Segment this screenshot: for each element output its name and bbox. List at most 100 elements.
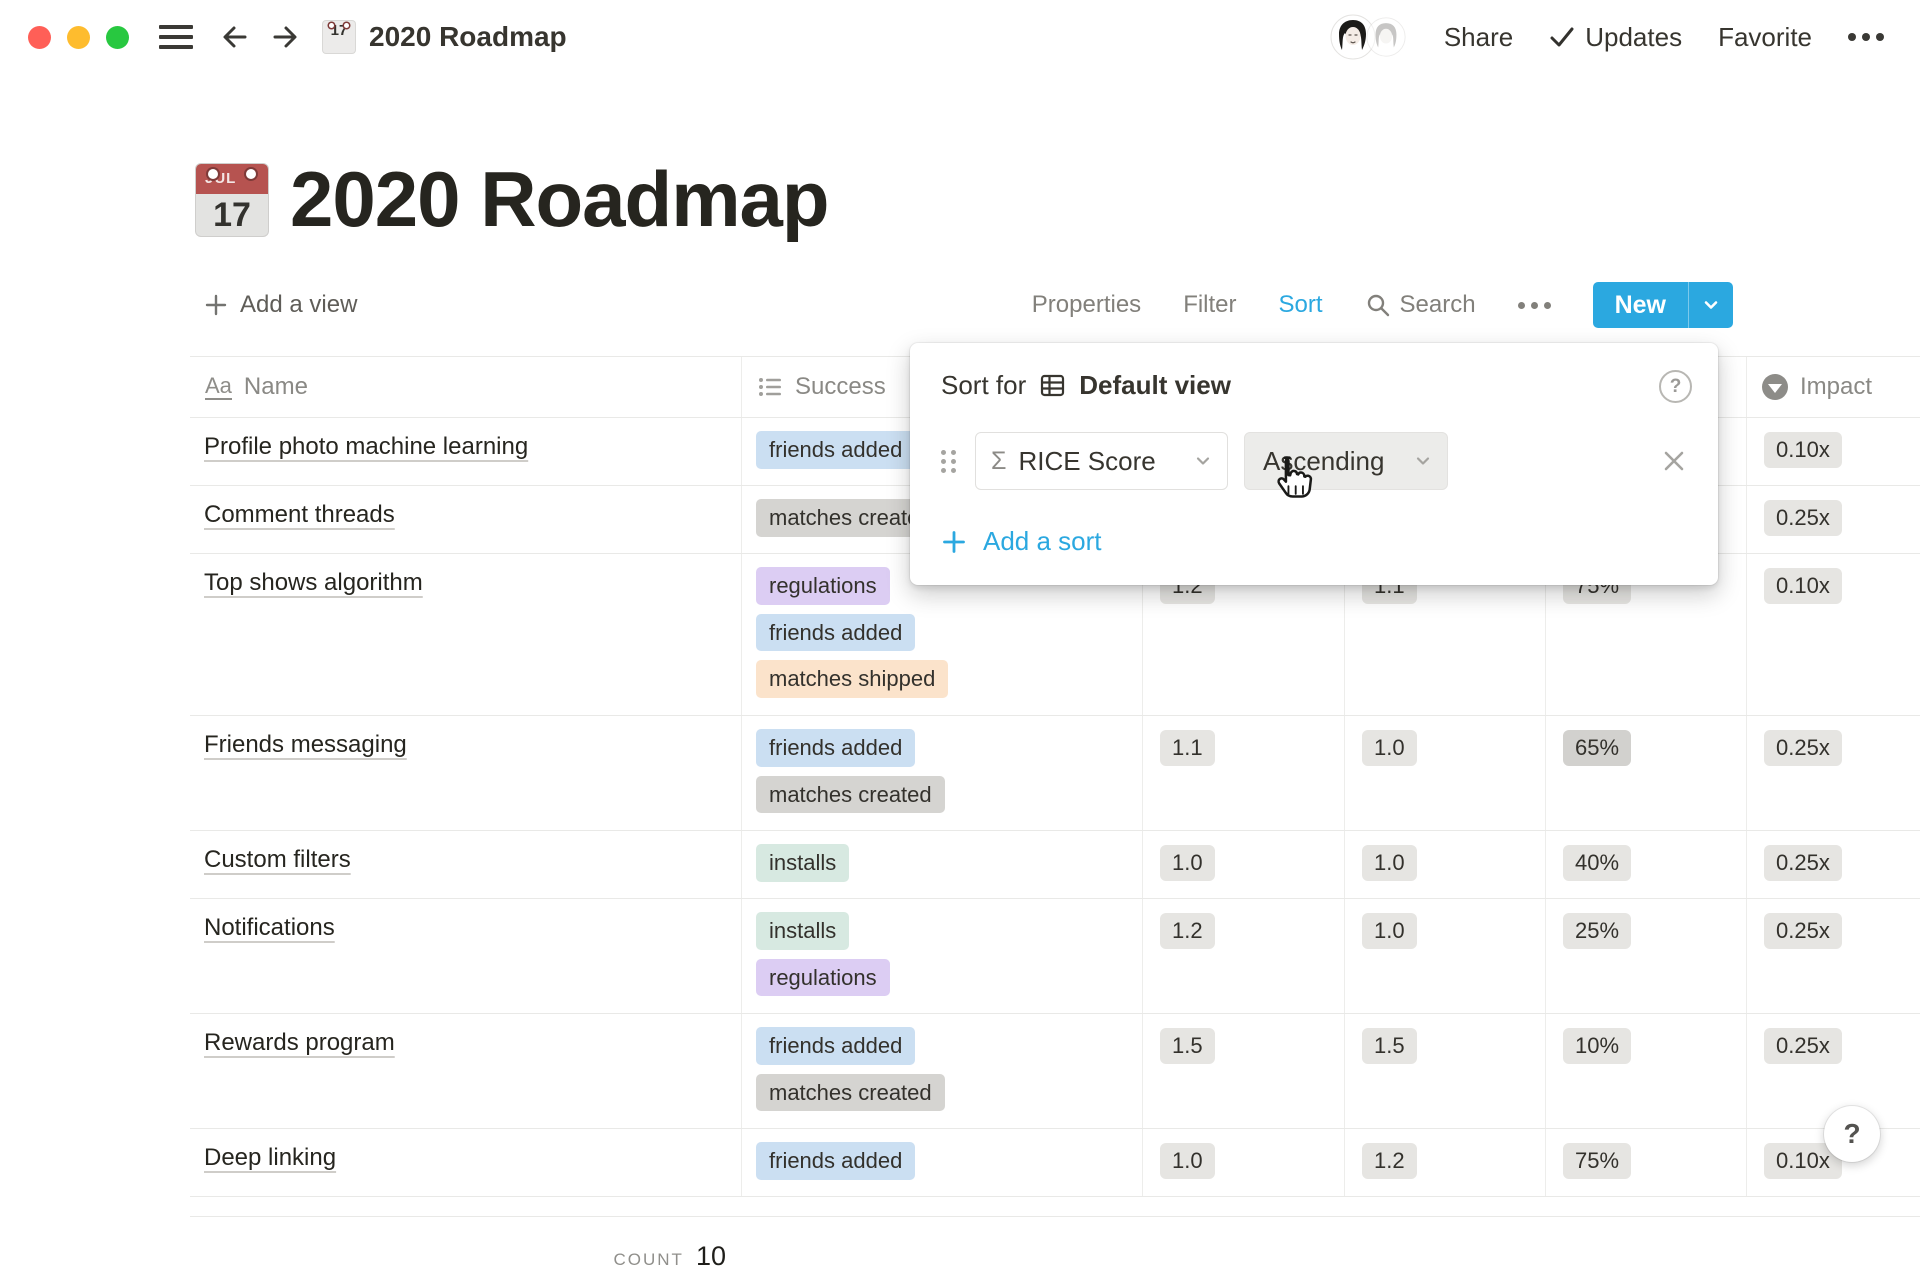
tag-installs[interactable]: installs xyxy=(756,912,849,950)
add-sort-button[interactable]: Add a sort xyxy=(910,526,1718,557)
row-name-cell[interactable]: Deep linking xyxy=(190,1129,742,1196)
number-cell[interactable]: 1.0 xyxy=(1143,1129,1345,1196)
number-cell[interactable]: 1.0 xyxy=(1345,899,1546,1013)
sort-button[interactable]: Sort xyxy=(1279,291,1323,319)
new-button-label: New xyxy=(1593,291,1688,320)
page-calendar-icon: 17 xyxy=(323,21,355,53)
number-cell[interactable]: 1.1 xyxy=(1143,716,1345,830)
impact-cell[interactable]: 0.10x xyxy=(1747,418,1920,485)
tag-friends-added[interactable]: friends added xyxy=(756,1142,915,1180)
add-view-button[interactable]: Add a view xyxy=(204,291,357,319)
updates-button[interactable]: Updates xyxy=(1549,22,1682,53)
page-icon-calendar[interactable]: JUL 17 xyxy=(196,164,268,236)
help-button[interactable]: ? xyxy=(1824,1106,1880,1162)
percent-cell[interactable]: 75% xyxy=(1546,1129,1747,1196)
row-name[interactable]: Rewards program xyxy=(204,1029,395,1056)
chevron-down-icon xyxy=(1413,451,1433,471)
tag-installs[interactable]: installs xyxy=(756,844,849,882)
row-name-cell[interactable]: Rewards program xyxy=(190,1014,742,1128)
impact-cell[interactable]: 0.10x xyxy=(1747,554,1920,715)
favorite-button[interactable]: Favorite xyxy=(1718,22,1812,53)
clipped-table-row xyxy=(190,1197,1920,1217)
row-name[interactable]: Deep linking xyxy=(204,1144,336,1171)
tag-matches-created[interactable]: matches created xyxy=(756,776,945,814)
drag-handle-icon[interactable] xyxy=(941,450,956,473)
search-button[interactable]: Search xyxy=(1365,291,1476,319)
row-name-cell[interactable]: Comment threads xyxy=(190,486,742,553)
row-name[interactable]: Profile photo machine learning xyxy=(204,433,528,460)
number-cell[interactable]: 1.5 xyxy=(1345,1014,1546,1128)
chevron-down-icon xyxy=(1193,451,1213,471)
zoom-window-button[interactable] xyxy=(106,26,129,49)
row-name[interactable]: Comment threads xyxy=(204,501,395,528)
window-titlebar: 17 2020 Roadmap Share Updates Favorite xyxy=(0,0,1920,74)
impact-cell[interactable]: 0.25x xyxy=(1747,831,1920,898)
page-title: 2020 Roadmap xyxy=(290,154,829,245)
percent-cell[interactable]: 65% xyxy=(1546,716,1747,830)
row-name[interactable]: Notifications xyxy=(204,914,335,941)
sort-field-select[interactable]: Σ RICE Score xyxy=(975,432,1228,490)
number-cell[interactable]: 1.2 xyxy=(1143,899,1345,1013)
properties-button[interactable]: Properties xyxy=(1032,291,1141,319)
tag-friends-added[interactable]: friends added xyxy=(756,614,915,652)
plus-icon xyxy=(204,293,228,317)
breadcrumb[interactable]: 17 2020 Roadmap xyxy=(323,21,567,53)
tag-regulations[interactable]: regulations xyxy=(756,567,890,605)
column-header-impact[interactable]: Impact xyxy=(1747,357,1920,417)
impact-cell[interactable]: 0.25x xyxy=(1747,716,1920,830)
row-name[interactable]: Custom filters xyxy=(204,846,351,873)
row-name-cell[interactable]: Profile photo machine learning xyxy=(190,418,742,485)
success-metrics-cell[interactable]: installs regulations xyxy=(742,899,1143,1013)
popover-help-icon[interactable]: ? xyxy=(1659,370,1692,403)
add-view-label: Add a view xyxy=(240,291,357,319)
row-name-cell[interactable]: Friends messaging xyxy=(190,716,742,830)
forward-button[interactable] xyxy=(269,21,301,53)
value-pill: 0.10x xyxy=(1764,568,1842,604)
number-cell[interactable]: 1.2 xyxy=(1345,1129,1546,1196)
percent-cell[interactable]: 10% xyxy=(1546,1014,1747,1128)
new-button-dropdown[interactable] xyxy=(1689,295,1733,315)
row-name-cell[interactable]: Notifications xyxy=(190,899,742,1013)
impact-cell[interactable]: 0.25x xyxy=(1747,1014,1920,1128)
row-name-cell[interactable]: Custom filters xyxy=(190,831,742,898)
view-options-button[interactable] xyxy=(1518,302,1551,309)
sort-direction-select[interactable]: Ascending xyxy=(1244,432,1448,490)
success-metrics-cell[interactable]: friends added matches created xyxy=(742,716,1143,830)
close-window-button[interactable] xyxy=(28,26,51,49)
list-property-icon xyxy=(757,374,783,400)
count-cell[interactable]: COUNT 10 xyxy=(190,1217,742,1272)
tag-friends-added[interactable]: friends added xyxy=(756,431,915,469)
sidebar-menu-icon[interactable] xyxy=(159,25,193,49)
success-metrics-cell[interactable]: friends added matches created xyxy=(742,1014,1143,1128)
tag-friends-added[interactable]: friends added xyxy=(756,1027,915,1065)
share-button[interactable]: Share xyxy=(1444,22,1513,53)
impact-cell[interactable]: 0.25x xyxy=(1747,899,1920,1013)
tag-regulations[interactable]: regulations xyxy=(756,959,890,997)
more-menu-button[interactable] xyxy=(1848,33,1884,41)
row-name[interactable]: Top shows algorithm xyxy=(204,569,423,596)
success-metrics-cell[interactable]: friends added xyxy=(742,1129,1143,1196)
new-button[interactable]: New xyxy=(1593,282,1733,328)
percent-cell[interactable]: 25% xyxy=(1546,899,1747,1013)
row-name-cell[interactable]: Top shows algorithm xyxy=(190,554,742,715)
number-cell[interactable]: 1.0 xyxy=(1345,831,1546,898)
avatar[interactable] xyxy=(1366,17,1406,57)
search-icon xyxy=(1365,292,1391,318)
tag-friends-added[interactable]: friends added xyxy=(756,729,915,767)
tag-matches-created[interactable]: matches created xyxy=(756,1074,945,1112)
value-pill: 1.5 xyxy=(1362,1028,1417,1064)
percent-cell[interactable]: 40% xyxy=(1546,831,1747,898)
success-metrics-cell[interactable]: installs xyxy=(742,831,1143,898)
remove-sort-button[interactable] xyxy=(1660,447,1688,475)
number-cell[interactable]: 1.0 xyxy=(1143,831,1345,898)
back-button[interactable] xyxy=(219,21,251,53)
number-cell[interactable]: 1.0 xyxy=(1345,716,1546,830)
impact-cell[interactable]: 0.25x xyxy=(1747,486,1920,553)
filter-button[interactable]: Filter xyxy=(1183,291,1236,319)
minimize-window-button[interactable] xyxy=(67,26,90,49)
row-name[interactable]: Friends messaging xyxy=(204,731,407,758)
number-cell[interactable]: 1.5 xyxy=(1143,1014,1345,1128)
sort-rule-row: Σ RICE Score Ascending xyxy=(910,432,1718,490)
column-header-name[interactable]: Aa Name xyxy=(190,357,742,417)
tag-matches-shipped[interactable]: matches shipped xyxy=(756,660,948,698)
